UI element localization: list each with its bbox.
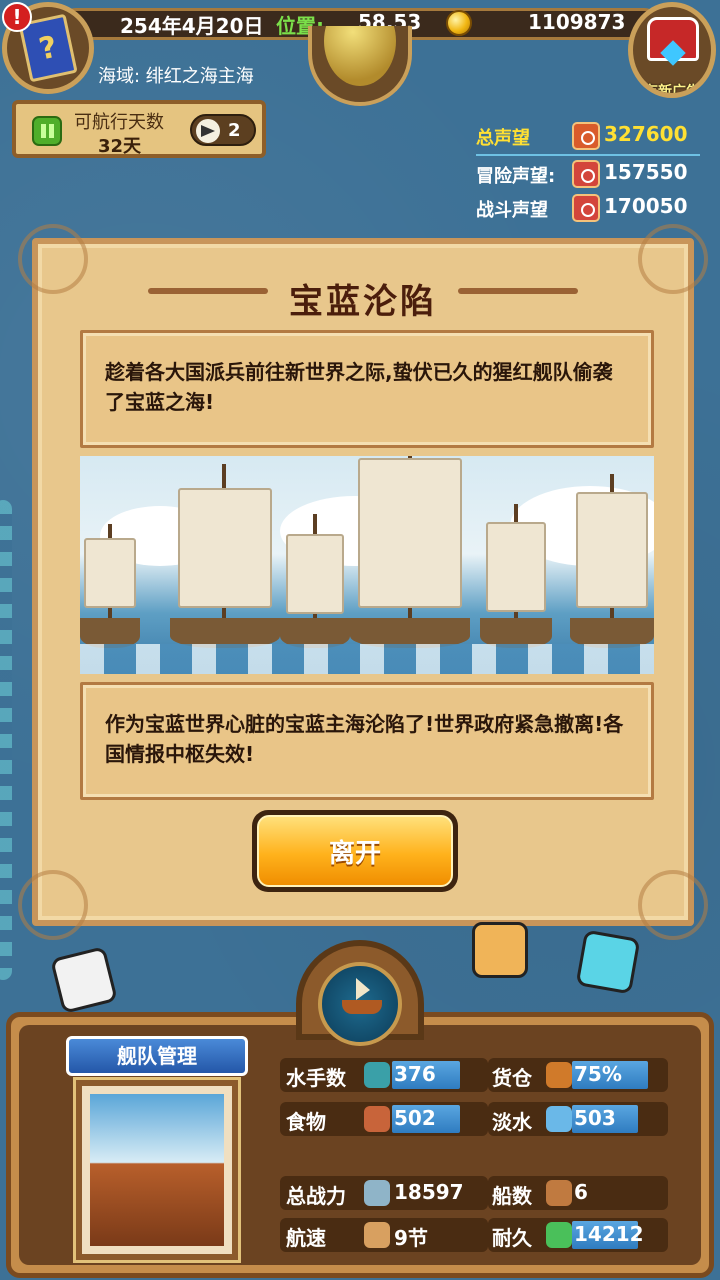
sail <box>576 492 648 608</box>
ornament <box>638 870 708 940</box>
fleet-management-title[interactable]: 舰队管理 <box>66 1036 248 1076</box>
stat-label: 水手数 <box>286 1066 346 1090</box>
reputation-badge-icon <box>572 122 600 150</box>
current-region: 海域: 绯红之海主海 <box>98 66 254 87</box>
adventure-reputation-label: 冒险声望: <box>476 166 556 187</box>
dog-mascot-icon <box>472 922 528 978</box>
battle-reputation-label: 战斗声望 <box>476 200 548 221</box>
stat-value: 14212 <box>574 1222 644 1246</box>
stat-value: 18597 <box>394 1180 464 1204</box>
total-reputation-value: 327600 <box>604 122 688 146</box>
event-title: 宝蓝沦陷 <box>289 282 437 322</box>
sail <box>358 458 462 608</box>
ship-picture <box>90 1094 224 1246</box>
stat-value: 502 <box>394 1106 436 1130</box>
total-reputation-label: 总声望 <box>476 128 530 149</box>
sailing-days-panel: 可航行天数 32天 2 <box>12 100 266 158</box>
stat-label: 食物 <box>286 1110 326 1134</box>
meat-icon <box>364 1106 390 1132</box>
ornament <box>18 870 88 940</box>
treasure-chest-icon <box>647 17 699 66</box>
water-jar-icon <box>546 1106 572 1132</box>
game-date: 254年4月20日 <box>120 14 264 38</box>
sail <box>486 522 546 612</box>
leave-button-label: 离开 <box>257 815 453 887</box>
gold-amount: 1109873 <box>528 10 626 34</box>
fleet-image[interactable] <box>76 1080 238 1260</box>
ship <box>350 456 470 648</box>
ship <box>170 464 280 648</box>
swords-icon <box>364 1180 390 1206</box>
battle-badge-icon <box>572 194 600 222</box>
gold-coin-icon <box>446 10 472 36</box>
crate-icon <box>546 1062 572 1088</box>
event-text-intro: 趁着各大国派兵前往新世界之际,蛰伏已久的猩红舰队偷袭了宝蓝之海! <box>80 330 654 448</box>
ship-icon <box>342 978 382 1014</box>
sail <box>84 538 136 608</box>
sail <box>286 534 344 614</box>
gem-icon <box>660 40 686 66</box>
ship <box>80 524 140 648</box>
leave-button[interactable]: 离开 <box>252 810 458 892</box>
stat-label: 货仓 <box>492 1066 532 1090</box>
stat-label: 航速 <box>286 1226 326 1250</box>
stat-value: 376 <box>394 1062 436 1086</box>
boat-icon <box>546 1180 572 1206</box>
stat-value: 503 <box>574 1106 616 1130</box>
stat-label: 耐久 <box>492 1226 532 1250</box>
ad-reward-button[interactable]: 有新广告 <box>628 2 716 98</box>
globe-icon <box>324 26 396 86</box>
event-dialog: 宝蓝沦陷 趁着各大国派兵前往新世界之际,蛰伏已久的猩红舰队偷袭了宝蓝之海! 作为… <box>18 224 708 940</box>
fleet-illustration <box>80 456 654 674</box>
sail-boat-icon <box>364 1222 390 1248</box>
compass-icon <box>196 119 220 143</box>
adventure-badge-icon <box>572 160 600 188</box>
sea-foam <box>80 644 654 674</box>
sailing-days-value: 32天 <box>98 136 142 157</box>
sail <box>178 488 272 608</box>
ship <box>480 504 552 648</box>
stat-value: 75% <box>574 1062 622 1086</box>
sailor-icon <box>364 1062 390 1088</box>
wave-decoration <box>0 500 12 980</box>
stat-value: 9节 <box>394 1226 428 1250</box>
compass-button[interactable]: 2 <box>190 114 256 146</box>
pause-icon[interactable] <box>32 116 62 146</box>
alert-badge: ! <box>2 2 32 32</box>
stat-label: 船数 <box>492 1184 532 1208</box>
reputation-divider <box>476 154 700 156</box>
compass-count: 2 <box>228 120 241 141</box>
event-text-outcome: 作为宝蓝世界心脏的宝蓝主海沦陷了!世界政府紧急撤离!各国情报中枢失效! <box>80 682 654 800</box>
sailing-days-title: 可航行天数 <box>74 112 164 133</box>
repair-icon <box>546 1222 572 1248</box>
ship <box>570 474 654 648</box>
stat-label: 淡水 <box>492 1110 532 1134</box>
adventure-reputation-value: 157550 <box>604 160 688 184</box>
ship <box>280 514 350 648</box>
wheel-core <box>318 962 402 1046</box>
battle-reputation-value: 170050 <box>604 194 688 218</box>
stat-label: 总战力 <box>286 1184 346 1208</box>
cat-mascot-icon <box>575 929 641 995</box>
stat-value: 6 <box>574 1180 588 1204</box>
